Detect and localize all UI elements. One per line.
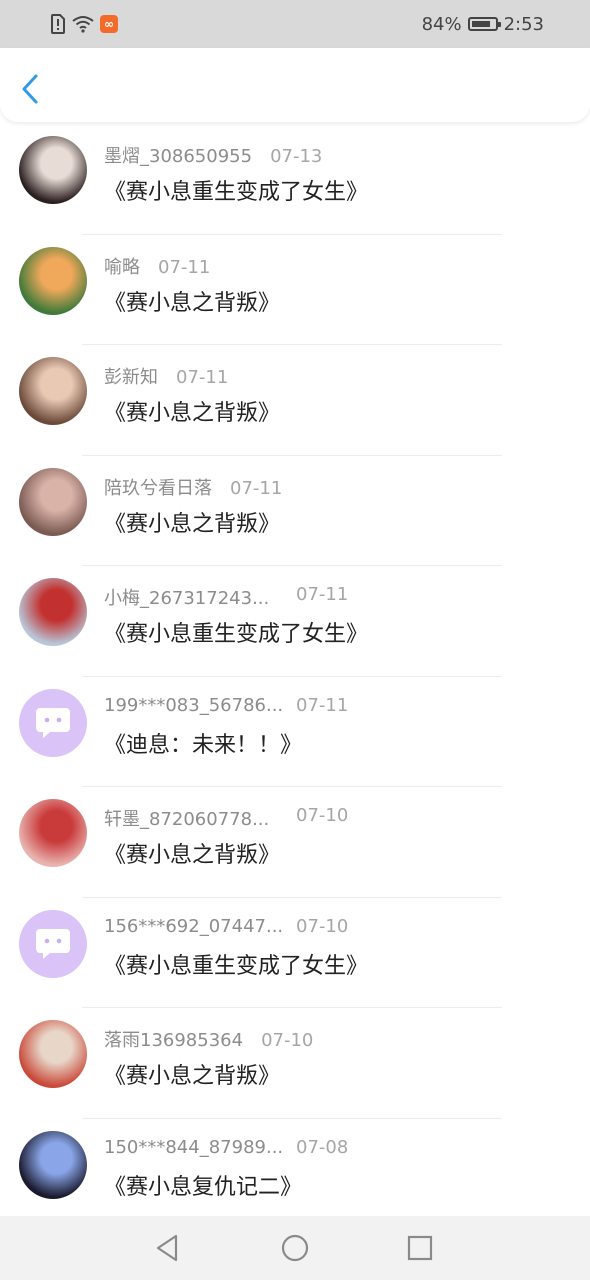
triangle-back-icon	[156, 1234, 178, 1262]
comment-date: 07-11	[230, 477, 283, 499]
battery-icon	[467, 17, 501, 31]
chat-bubble-icon	[36, 707, 70, 738]
comment-date: 07-10	[261, 1030, 314, 1051]
work-title[interactable]: 《赛小息之背叛》	[104, 395, 280, 427]
comment-date: 07-11	[296, 694, 349, 716]
chat-bubble-icon	[36, 928, 70, 959]
username[interactable]: 150***844_87989...	[104, 1137, 283, 1158]
comment-row[interactable]: 156***692_07447... 07-10 《赛小息重生变成了女生》	[0, 898, 590, 1008]
chevron-left-icon	[22, 74, 38, 104]
comment-date: 07-10	[296, 915, 349, 937]
username[interactable]: 陪玖兮看日落	[104, 474, 212, 500]
avatar[interactable]	[19, 467, 87, 536]
app-notification-icon: ∞	[100, 15, 118, 33]
sim-alert-icon	[51, 14, 65, 34]
square-recents-icon	[407, 1235, 433, 1261]
comment-meta: 彭新知 07-11	[104, 363, 228, 389]
avatar[interactable]	[19, 688, 87, 757]
nav-back-button[interactable]	[152, 1232, 184, 1264]
comment-meta: 156***692_07447... 07-10	[104, 916, 364, 937]
comment-date: 07-11	[176, 367, 229, 388]
username[interactable]: 轩墨_872060778...	[104, 805, 269, 831]
username[interactable]: 墨熠_308650955	[104, 142, 252, 168]
username[interactable]: 落雨136985364	[104, 1026, 243, 1052]
comment-meta: 小梅_267317243... 07-11	[104, 584, 364, 610]
work-title[interactable]: 《迪息：未来！！》	[104, 727, 302, 759]
comment-row[interactable]: 陪玖兮看日落 07-11 《赛小息之背叛》	[0, 456, 590, 566]
status-icons-right: 84% 2:53	[422, 12, 544, 36]
comment-date: 07-11	[296, 584, 349, 605]
avatar[interactable]	[19, 1130, 87, 1199]
avatar[interactable]	[19, 909, 87, 978]
comment-meta: 落雨136985364 07-10	[104, 1026, 313, 1052]
system-navigation-bar	[0, 1216, 590, 1280]
avatar[interactable]	[19, 799, 87, 867]
comment-meta: 喻略 07-11	[104, 253, 210, 279]
username[interactable]: 199***083_56786...	[104, 695, 283, 716]
avatar[interactable]	[19, 1020, 87, 1088]
work-title[interactable]: 《赛小息重生变成了女生》	[104, 616, 368, 648]
avatar[interactable]	[19, 357, 87, 425]
nav-recents-button[interactable]	[404, 1232, 436, 1264]
work-title[interactable]: 《赛小息重生变成了女生》	[104, 948, 368, 980]
work-title[interactable]: 《赛小息之背叛》	[104, 837, 280, 869]
comment-meta: 墨熠_308650955 07-13	[104, 142, 322, 168]
top-app-bar	[0, 48, 590, 122]
back-button[interactable]	[14, 68, 50, 108]
clock: 2:53	[503, 13, 544, 35]
nav-home-button[interactable]	[279, 1232, 311, 1264]
comment-date: 07-13	[270, 146, 323, 167]
comment-meta: 陪玖兮看日落 07-11	[104, 474, 282, 500]
work-title[interactable]: 《赛小息之背叛》	[104, 285, 280, 317]
comment-row[interactable]: 199***083_56786... 07-11 《迪息：未来！！》	[0, 677, 590, 787]
comment-row[interactable]: 150***844_87989... 07-08 《赛小息复仇记二》	[0, 1119, 590, 1229]
comment-date: 07-11	[158, 256, 211, 278]
comment-row[interactable]: 落雨136985364 07-10 《赛小息之背叛》	[0, 1008, 590, 1119]
comment-row[interactable]: 轩墨_872060778... 07-10 《赛小息之背叛》	[0, 787, 590, 898]
work-title[interactable]: 《赛小息之背叛》	[104, 506, 280, 538]
comment-row[interactable]: 小梅_267317243... 07-11 《赛小息重生变成了女生》	[0, 566, 590, 677]
status-bar: ∞ 84% 2:53	[0, 0, 590, 48]
username[interactable]: 小梅_267317243...	[104, 584, 269, 610]
comment-date: 07-10	[296, 805, 349, 826]
status-icons-left: ∞	[50, 12, 118, 36]
work-title[interactable]: 《赛小息之背叛》	[104, 1058, 280, 1090]
comment-date: 07-08	[296, 1136, 349, 1158]
username[interactable]: 156***692_07447...	[104, 916, 283, 937]
comment-meta: 199***083_56786... 07-11	[104, 695, 364, 716]
avatar[interactable]	[19, 246, 87, 315]
username[interactable]: 喻略	[104, 253, 140, 279]
comment-row[interactable]: 墨熠_308650955 07-13 《赛小息重生变成了女生》	[0, 124, 590, 235]
battery-percent: 84%	[421, 13, 462, 35]
comment-row[interactable]: 喻略 07-11 《赛小息之背叛》	[0, 235, 590, 345]
circle-home-icon	[281, 1234, 309, 1262]
comment-list: 墨熠_308650955 07-13 《赛小息重生变成了女生》 喻略 07-11 《赛小息…	[0, 124, 590, 1229]
wifi-icon	[72, 16, 94, 33]
avatar[interactable]	[19, 136, 87, 204]
work-title[interactable]: 《赛小息重生变成了女生》	[104, 174, 368, 206]
username[interactable]: 彭新知	[104, 363, 158, 389]
work-title[interactable]: 《赛小息复仇记二》	[104, 1169, 302, 1201]
comment-meta: 150***844_87989... 07-08	[104, 1137, 364, 1158]
comment-row[interactable]: 彭新知 07-11 《赛小息之背叛》	[0, 345, 590, 456]
comment-meta: 轩墨_872060778... 07-10	[104, 805, 364, 831]
avatar[interactable]	[19, 578, 87, 646]
